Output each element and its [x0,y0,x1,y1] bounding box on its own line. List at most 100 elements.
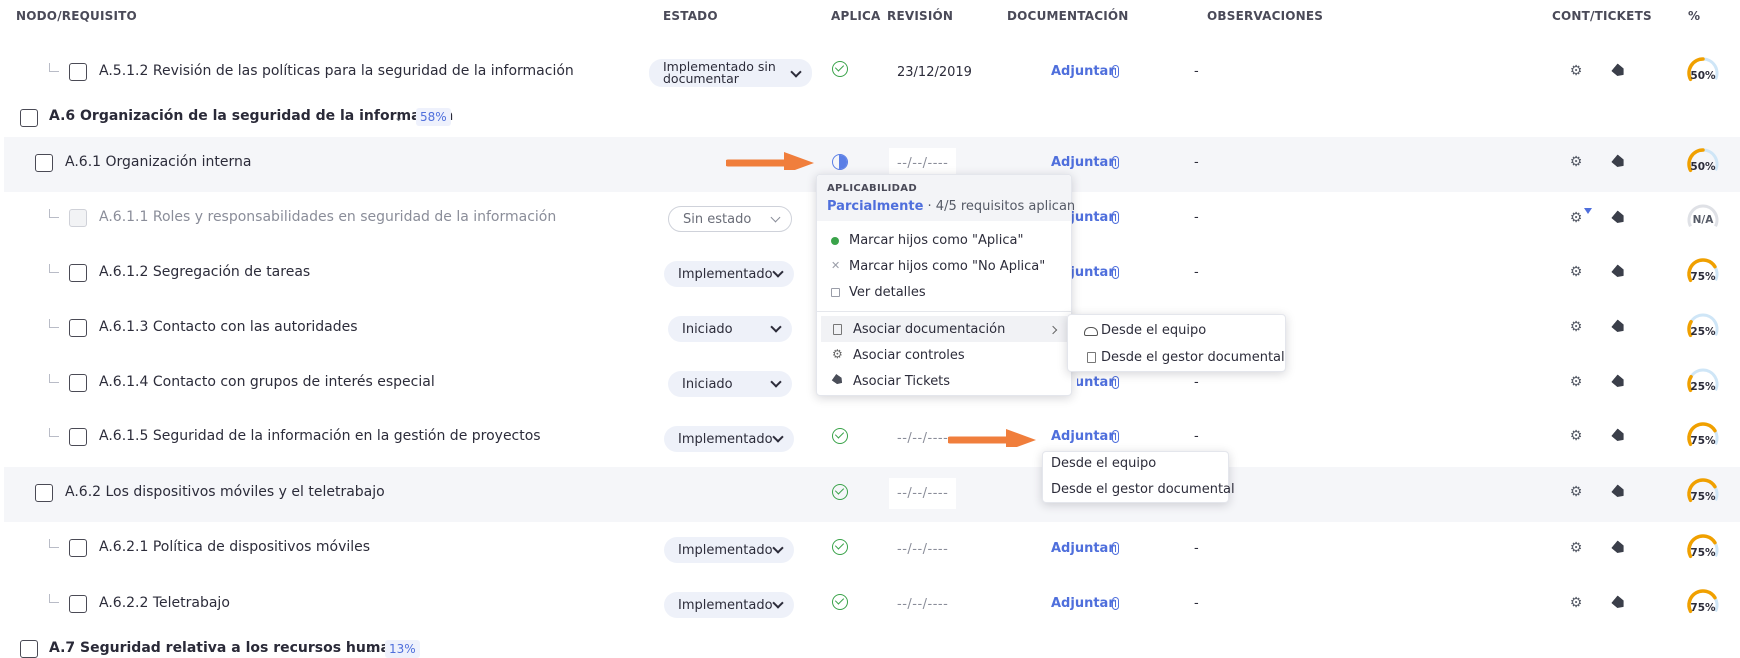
col-revision[interactable]: REVISIÓN [887,9,953,23]
partial-applies-icon[interactable] [832,154,848,170]
controls-icon[interactable]: ⚙ [1569,211,1583,225]
col-node[interactable]: NODO/REQUISITO [16,9,137,23]
associate-controls[interactable]: Asociar controles [853,348,965,363]
row-checkbox[interactable] [69,209,87,227]
revision-date[interactable]: --/--/---- [897,431,952,446]
tickets-icon[interactable] [1611,319,1627,334]
tag-icon [832,374,845,386]
status-select[interactable]: Implementado [664,592,794,618]
row-checkbox[interactable] [35,484,53,502]
row-checkbox[interactable] [69,595,87,613]
observations[interactable]: - [1194,265,1199,280]
observations[interactable]: - [1194,64,1199,79]
controls-icon[interactable]: ⚙ [1569,375,1583,389]
requirement-name[interactable]: A.6.1 Organización interna [65,154,251,170]
status-select[interactable]: Iniciado [668,371,792,397]
attach-link[interactable]: Adjuntar [1051,64,1115,79]
attach-link[interactable]: Adjuntar [1051,429,1115,444]
col-pct[interactable]: % [1688,9,1700,23]
observations[interactable]: - [1194,429,1199,444]
revision-date[interactable]: 23/12/2019 [897,65,972,80]
requirement-name[interactable]: A.6.2.1 Política de dispositivos móviles [99,539,370,555]
applies-check-icon[interactable] [832,539,848,555]
requirement-name[interactable]: A.6.1.3 Contacto con las autoridades [99,319,358,335]
controls-icon[interactable]: ⚙ [1569,64,1583,78]
requirement-name[interactable]: A.6.2 Los dispositivos móviles y el tele… [65,484,385,500]
status-select[interactable]: Iniciado [668,316,792,342]
observations[interactable]: - [1194,541,1199,556]
dropdown-indicator-icon[interactable] [1584,208,1592,214]
observations[interactable]: - [1194,210,1199,225]
status-select[interactable]: Implementado sin documentar [649,59,812,87]
col-documentacion[interactable]: DOCUMENTACIÓN [1007,9,1129,23]
tickets-icon[interactable] [1611,210,1627,225]
row-checkbox[interactable] [69,374,87,392]
from-document-manager[interactable]: Desde el gestor documental [1051,482,1235,497]
gear-icon: ⚙ [832,347,843,361]
attach-link[interactable]: Adjuntar [1051,596,1115,611]
status-select[interactable]: Implementado [664,537,794,563]
from-device[interactable]: Desde el equipo [1101,323,1206,338]
requirement-name[interactable]: A.6.2.2 Teletrabajo [99,595,230,611]
requirement-name[interactable]: A.6.1.1 Roles y responsabilidades en seg… [99,209,556,225]
revision-date[interactable]: --/--/---- [897,597,948,612]
requirement-name[interactable]: A.5.1.2 Revisión de las políticas para l… [99,63,574,79]
mark-children-applies[interactable]: Marcar hijos como "Aplica" [849,233,1023,248]
col-cont-tickets[interactable]: CONT/TICKETS [1552,9,1652,23]
applies-check-icon[interactable] [832,484,848,500]
observations[interactable]: - [1194,155,1199,170]
mark-children-not-applies[interactable]: Marcar hijos como "No Aplica" [849,259,1045,274]
requirement-name[interactable]: A.6.1.5 Seguridad de la información en l… [99,428,541,444]
col-estado[interactable]: ESTADO [663,9,718,23]
attach-link[interactable]: Adjuntar [1051,541,1115,556]
section-name[interactable]: A.6 Organización de la seguridad de la i… [49,108,453,124]
controls-icon[interactable]: ⚙ [1569,596,1583,610]
tickets-icon[interactable] [1611,154,1627,169]
row-checkbox[interactable] [69,428,87,446]
tickets-icon[interactable] [1611,595,1627,610]
row-checkbox[interactable] [69,539,87,557]
row-checkbox[interactable] [69,319,87,337]
controls-icon[interactable]: ⚙ [1569,429,1583,443]
tickets-icon[interactable] [1611,428,1627,443]
applies-check-icon[interactable] [832,428,848,444]
chevron-down-icon[interactable]: ⌄ [366,642,375,655]
tickets-icon[interactable] [1611,374,1627,389]
associate-tickets[interactable]: Asociar Tickets [853,374,950,389]
view-details[interactable]: Ver detalles [849,285,926,300]
tickets-icon[interactable] [1611,484,1627,499]
attach-link[interactable]: Adjuntar [1051,155,1115,170]
revision-date[interactable]: --/--/---- [897,542,948,557]
chevron-down-icon[interactable]: ⌄ [394,111,403,124]
status-select[interactable]: Implementado [664,426,794,452]
tickets-icon[interactable] [1611,540,1627,555]
observations[interactable]: - [1194,375,1199,390]
controls-icon[interactable]: ⚙ [1569,485,1583,499]
associate-documentation[interactable]: Asociar documentación [853,322,1005,337]
section-name[interactable]: A.7 Seguridad relativa a los recursos hu… [49,640,418,656]
section-checkbox[interactable] [20,109,38,127]
col-observaciones[interactable]: OBSERVACIONES [1207,9,1323,23]
row-checkbox[interactable] [69,264,87,282]
section-checkbox[interactable] [20,640,38,658]
row-checkbox[interactable] [69,63,87,81]
controls-icon[interactable]: ⚙ [1569,265,1583,279]
from-device[interactable]: Desde el equipo [1051,456,1156,471]
row-checkbox[interactable] [35,154,53,172]
controls-icon[interactable]: ⚙ [1569,320,1583,334]
status-select[interactable]: Implementado [664,261,794,287]
requirement-name[interactable]: A.6.1.4 Contacto con grupos de interés e… [99,374,435,390]
revision-date[interactable]: --/--/---- [889,478,957,509]
tickets-icon[interactable] [1611,63,1627,78]
col-aplica[interactable]: APLICA [831,9,881,23]
from-document-manager[interactable]: Desde el gestor documental [1101,350,1285,365]
tickets-icon[interactable] [1611,264,1627,279]
paperclip-icon [1112,266,1119,279]
observations[interactable]: - [1194,596,1199,611]
applies-check-icon[interactable] [832,61,848,77]
controls-icon[interactable]: ⚙ [1569,541,1583,555]
requirement-name[interactable]: A.6.1.2 Segregación de tareas [99,264,310,280]
status-select[interactable]: Sin estado [668,206,792,232]
controls-icon[interactable]: ⚙ [1569,155,1583,169]
applies-check-icon[interactable] [832,594,848,610]
